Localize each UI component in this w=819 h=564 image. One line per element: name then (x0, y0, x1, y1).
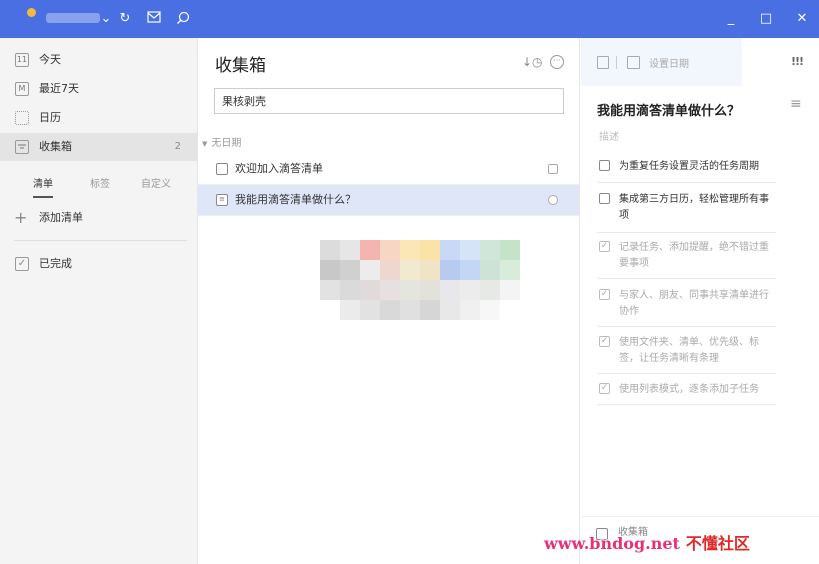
mail-icon[interactable] (146, 11, 162, 27)
task-checkbox[interactable] (216, 163, 228, 175)
more-icon[interactable]: ··· (550, 55, 564, 69)
divider (597, 182, 776, 183)
divider (597, 278, 776, 279)
inbox-count: 2 (174, 141, 181, 152)
task-detail-panel: 设置日期 !!! 我能用滴答清单做什么？ ≡ 描述 为重复任务设置灵活的任务周期… (581, 38, 819, 564)
calendar-icon[interactable] (627, 56, 640, 69)
sidebar-item-today[interactable]: 11 今天 (0, 46, 197, 74)
calendar-week-icon: M (15, 82, 29, 96)
set-date-button[interactable]: 设置日期 (649, 55, 689, 70)
sidebar-item-label: 收集箱 (39, 140, 72, 153)
task-detail-title[interactable]: 我能用滴答清单做什么？ (597, 100, 740, 119)
tab-lists[interactable]: 清单 (33, 176, 53, 198)
task-title: 欢迎加入滴答清单 (235, 162, 323, 175)
note-icon (548, 164, 558, 174)
subtask-text: 使用文件夹、清单、优先级、标签，让任务清晰有条理 (619, 337, 759, 364)
subtask-checkbox-checked[interactable]: ✓ (599, 336, 610, 347)
plus-icon: + (14, 208, 28, 227)
menu-icon[interactable]: ≡ (790, 96, 802, 112)
subtask-text: 使用列表模式，逐条添加子任务 (619, 384, 759, 395)
group-label: 无日期 (211, 138, 242, 149)
subtask-item[interactable]: ✓ 使用列表模式，逐条添加子任务 (597, 382, 776, 398)
subtask-item[interactable]: ✓ 与家人、朋友、同事共享清单进行协作 (597, 288, 776, 320)
checkbox-checked-icon: ✓ (15, 257, 29, 271)
divider (597, 404, 776, 405)
subtask-text: 与家人、朋友、同事共享清单进行协作 (619, 290, 769, 317)
progress-icon (548, 195, 558, 205)
subtask-checkbox[interactable] (599, 193, 610, 204)
sidebar-item-label: 日历 (39, 111, 61, 124)
task-row[interactable]: 欢迎加入滴答清单 (198, 154, 579, 184)
detail-toolbar: 设置日期 (581, 38, 742, 86)
description-field[interactable]: 描述 (599, 128, 619, 143)
group-header[interactable]: ▼ 无日期 (202, 134, 241, 149)
calendar-icon (15, 111, 29, 125)
tab-custom[interactable]: 自定义 (141, 176, 171, 198)
close-button[interactable]: ✕ (792, 10, 812, 28)
subtask-text: 为重复任务设置灵活的任务周期 (619, 161, 759, 172)
subtask-checkbox[interactable] (599, 160, 610, 171)
maximize-button[interactable]: □ (756, 10, 776, 28)
sidebar-item-week[interactable]: M 最近7天 (0, 75, 197, 103)
priority-button[interactable]: !!! (791, 55, 804, 68)
divider (597, 373, 776, 374)
divider (14, 240, 187, 241)
inbox-icon (15, 140, 29, 154)
sidebar-item-inbox[interactable]: 收集箱 2 (0, 133, 197, 161)
sync-icon[interactable]: ↻ (117, 11, 133, 27)
watermark-text: 不懂社区 (685, 534, 750, 553)
avatar[interactable] (27, 8, 36, 17)
redacted-image (300, 240, 520, 320)
subtask-item[interactable]: ✓ 记录任务、添加提醒，绝不错过重要事项 (597, 240, 776, 272)
sidebar-item-label: 最近7天 (39, 82, 79, 95)
divider (597, 232, 776, 233)
chevron-down-icon[interactable]: ⌄ (100, 11, 112, 27)
subtask-text: 记录任务、添加提醒，绝不错过重要事项 (619, 242, 769, 269)
calendar-today-icon: 11 (15, 53, 29, 67)
username[interactable]: username (46, 13, 100, 23)
divider (616, 56, 617, 69)
sidebar-item-label: 已完成 (39, 257, 72, 270)
title-bar: username ⌄ ↻ _ □ ✕ (0, 0, 819, 38)
subtask-checkbox-checked[interactable]: ✓ (599, 383, 610, 394)
watermark: www.bndog.net 不懂社区 (544, 530, 750, 554)
sidebar-item-calendar[interactable]: 日历 (0, 104, 197, 132)
watermark-url: www.bndog.net (544, 534, 680, 553)
search-icon[interactable] (175, 11, 191, 27)
task-row[interactable]: ≡ 我能用滴答清单做什么？ (198, 185, 579, 215)
sidebar-item-completed[interactable]: ✓ 已完成 (0, 250, 197, 278)
subtask-checkbox-checked[interactable]: ✓ (599, 241, 610, 252)
tab-tags[interactable]: 标签 (90, 176, 110, 198)
collapse-arrow-icon: ▼ (202, 140, 208, 148)
task-title: 我能用滴答清单做什么？ (235, 193, 356, 206)
sidebar-item-label: 今天 (39, 53, 61, 66)
subtask-item[interactable]: 集成第三方日历，轻松管理所有事项 (597, 192, 776, 224)
sidebar-tabs: 清单 标签 自定义 (0, 176, 197, 198)
minimize-button[interactable]: _ (721, 10, 741, 28)
add-list-button[interactable]: + 添加清单 (0, 204, 197, 232)
divider (597, 326, 776, 327)
add-list-label: 添加清单 (39, 211, 83, 224)
task-checklist-icon[interactable]: ≡ (216, 194, 228, 206)
page-title: 收集箱 (215, 56, 266, 76)
add-task-input[interactable] (214, 88, 564, 114)
divider (198, 215, 579, 216)
sidebar: 11 今天 M 最近7天 日历 收集箱 2 清单 标签 自定义 + 添加清单 ✓… (0, 38, 198, 564)
subtask-item[interactable]: ✓ 使用文件夹、清单、优先级、标签，让任务清晰有条理 (597, 335, 776, 367)
checklist-mode-icon[interactable] (597, 56, 609, 69)
subtask-text: 集成第三方日历，轻松管理所有事项 (619, 194, 769, 221)
subtask-item[interactable]: 为重复任务设置灵活的任务周期 (597, 159, 776, 175)
sort-icon[interactable]: ↓◷ (522, 55, 543, 69)
subtask-checkbox-checked[interactable]: ✓ (599, 289, 610, 300)
